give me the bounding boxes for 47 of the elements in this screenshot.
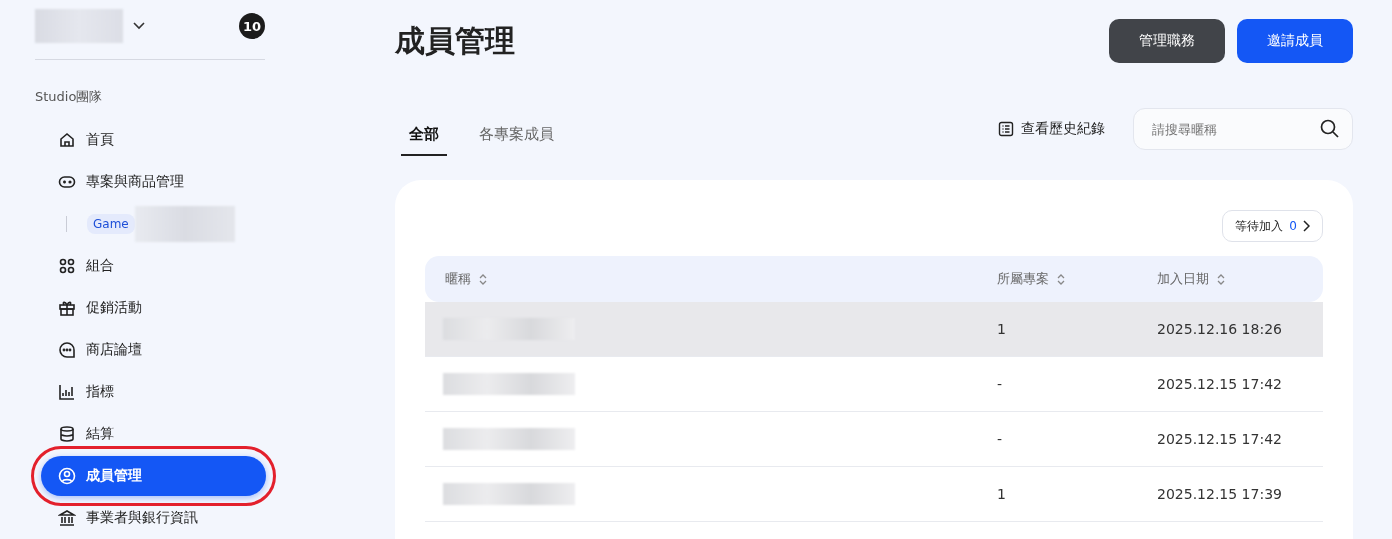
table-cell: - (997, 376, 1003, 392)
table-cell: - (997, 431, 1003, 447)
invite-button[interactable]: 邀請成員 (1237, 19, 1353, 63)
bar-chart-icon (58, 383, 76, 401)
chat-icon (58, 341, 76, 359)
nav-item[interactable]: 組合 (35, 245, 260, 287)
sort-icon[interactable] (1217, 273, 1225, 285)
tab[interactable]: 全部 (401, 117, 447, 156)
nav-item[interactable]: 指標 (35, 371, 260, 413)
bank-icon (58, 509, 76, 527)
gift-icon (58, 299, 76, 317)
pending-button[interactable]: 等待加入 0 (1222, 210, 1323, 242)
column-header[interactable]: 加入日期 (1157, 270, 1209, 288)
sub-nav-item[interactable]: Game (87, 214, 135, 234)
coins-icon (58, 425, 76, 443)
table-cell: 2025.12.15 17:42 (1157, 376, 1282, 392)
sort-icon[interactable] (479, 273, 487, 285)
tab[interactable]: 各專案成員 (471, 117, 562, 156)
column-header[interactable]: 所屬專案 (997, 270, 1049, 288)
nav-item[interactable]: 事業者與銀行資訊 (35, 497, 260, 539)
table-cell: 1 (997, 486, 1006, 502)
table-cell: 2025.12.16 18:26 (1157, 321, 1282, 337)
page-title: 成員管理 (395, 21, 515, 60)
user-icon (58, 467, 76, 485)
grid-icon (58, 257, 76, 275)
search-field[interactable]: 請搜尋暱稱 (1133, 108, 1353, 150)
section-label: Studio團隊 (35, 88, 104, 106)
notification-count[interactable]: 10 (239, 13, 265, 39)
manage-button[interactable]: 管理職務 (1109, 19, 1225, 63)
nav-item[interactable]: 商店論壇 (35, 329, 260, 371)
search-icon[interactable] (1320, 119, 1339, 138)
nav-item[interactable]: 結算 (35, 413, 260, 455)
column-header[interactable]: 暱稱 (445, 270, 471, 288)
gamepad-icon (58, 173, 76, 191)
table-row[interactable]: 1 2025.12.16 18:26 (425, 302, 1323, 357)
nav-item[interactable]: 專案與商品管理 (35, 161, 260, 203)
chevron-right-icon (1303, 220, 1310, 232)
nav-item[interactable]: 促銷活動 (35, 287, 260, 329)
table-cell: 2025.12.15 17:39 (1157, 486, 1282, 502)
sort-icon[interactable] (1057, 273, 1065, 285)
table-cell: 1 (997, 321, 1006, 337)
list-icon (998, 121, 1014, 137)
history-link[interactable]: 查看歷史紀錄 (1021, 120, 1105, 138)
chevron-down-icon[interactable] (133, 22, 145, 30)
home-icon (58, 131, 76, 149)
table-cell: 2025.12.15 17:42 (1157, 431, 1282, 447)
nav-item[interactable]: 首頁 (35, 119, 260, 161)
